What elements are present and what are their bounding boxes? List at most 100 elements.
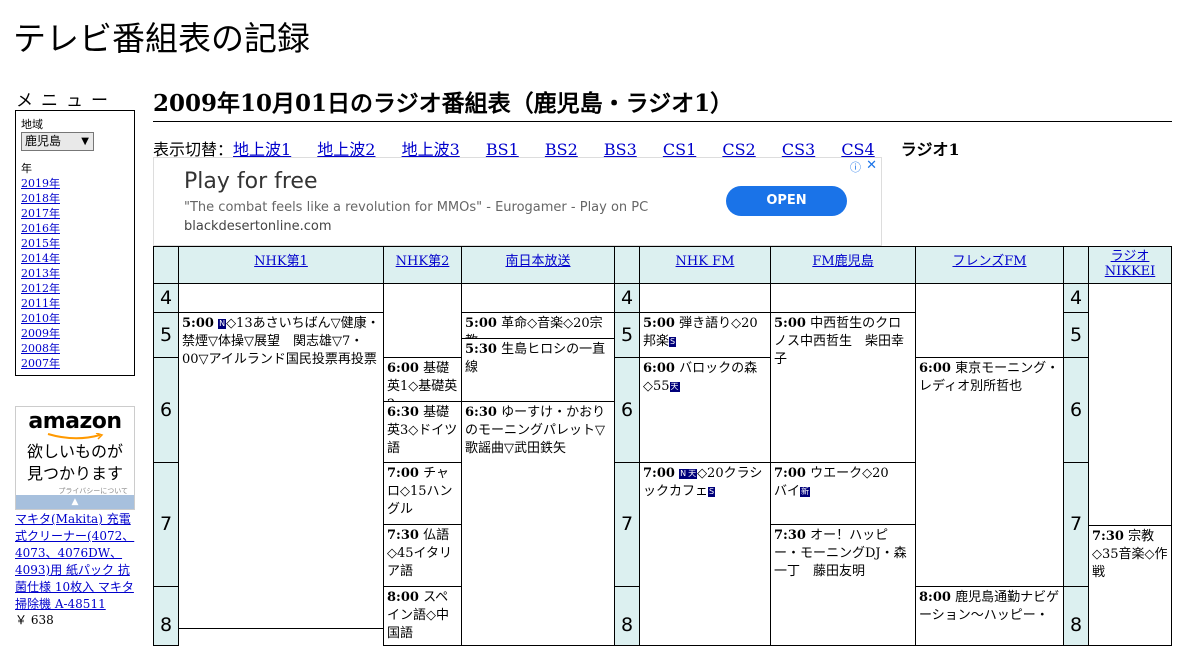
hour-label: 4 [614, 283, 640, 313]
year-link-2014[interactable]: 2014年 [21, 250, 60, 266]
program-time: 7:30 [387, 528, 419, 543]
year-link-2011[interactable]: 2011年 [21, 295, 60, 311]
ad-title[interactable]: Play for free [184, 169, 318, 194]
channel-header-fmkagoshima[interactable]: FM鹿児島 [770, 246, 916, 284]
program-cell[interactable]: 8:00 スペイン語◇中国語 [383, 586, 462, 646]
program-cell[interactable]: 5:00 中西哲生のクロノス中西哲生 柴田幸子 [770, 312, 916, 463]
program-cell[interactable]: 5:00 弾き語り◇20邦楽S [639, 312, 771, 358]
chevron-down-icon: ▼ [81, 136, 89, 147]
program-time: 5:00 [465, 316, 497, 331]
program-cell[interactable]: 6:30 ゆーすけ・かおりのモーニングパレット▽歌謡曲▽武田鉄矢 [461, 401, 615, 646]
hour-label: 4 [153, 283, 179, 313]
program-time: 7:00 [387, 466, 419, 481]
hour-header-left [153, 246, 179, 284]
hour-label: 8 [153, 586, 179, 646]
news-mark-icon: N [679, 469, 688, 479]
channel-link-nikkei[interactable]: ラジオNIKKEI [1105, 249, 1156, 279]
channel-link-nhk2[interactable]: NHK第2 [396, 254, 450, 269]
channel-header-nikkei[interactable]: ラジオNIKKEI [1088, 246, 1172, 284]
hour-label: 6 [1063, 357, 1089, 463]
channel-link-fmkagoshima[interactable]: FM鹿児島 [812, 254, 873, 269]
program-cell[interactable]: 7:00 N 天◇20クラシックカフェS [639, 462, 771, 646]
program-time: 7:30 [774, 528, 806, 543]
hour-label: 4 [1063, 283, 1089, 313]
program-time: 6:30 [387, 405, 419, 420]
ad-open-button[interactable]: OPEN [726, 186, 847, 216]
channel-link-friendsfm[interactable]: フレンズFM [952, 254, 1026, 269]
year-link-2016[interactable]: 2016年 [21, 220, 60, 236]
year-link-2015[interactable]: 2015年 [21, 235, 60, 251]
ad-subtitle: "The combat feels like a revolution for … [184, 200, 649, 215]
program-cell[interactable]: 6:30 基礎英3◇ドイツ語 [383, 401, 462, 463]
region-label: 地域 [21, 118, 43, 131]
program-cell[interactable]: 7:00 ウエーク◇20 バイ新 [770, 462, 916, 525]
program-time: 7:00 [643, 466, 675, 481]
program-cell-empty [639, 283, 771, 313]
amazon-smile-icon [47, 433, 104, 440]
amazon-logo: amazon [28, 409, 122, 434]
ad-info-icon[interactable]: ⓘ [850, 159, 861, 175]
ad-url: blackdesertonline.com [184, 219, 332, 234]
region-value: 鹿児島 [25, 134, 62, 148]
channel-header-nhk2[interactable]: NHK第2 [383, 246, 462, 284]
program-cell-empty [383, 283, 462, 358]
channel-header-nhkfm[interactable]: NHK FM [639, 246, 771, 284]
ad-close-icon[interactable]: ✕ [866, 158, 877, 173]
program-cell-empty [915, 283, 1064, 358]
program-time: 7:00 [774, 466, 806, 481]
amazon-scroll-bar[interactable]: ▲ [16, 495, 134, 509]
year-link-2010[interactable]: 2010年 [21, 310, 60, 326]
year-link-2018[interactable]: 2018年 [21, 190, 60, 206]
program-cell[interactable]: 7:00 チャロ◇15ハングル [383, 462, 462, 525]
channel-link-nhkfm[interactable]: NHK FM [676, 254, 735, 269]
program-cell[interactable]: 8:00 鹿児島通勤ナビゲーション～ハッピー・ [915, 586, 1064, 646]
year-link-2013[interactable]: 2013年 [21, 265, 60, 281]
hour-header-right [1063, 246, 1089, 284]
channel-link-nhk1[interactable]: NHK第1 [254, 254, 308, 269]
program-cell[interactable]: 7:30 オー！ハッピー・モーニングDJ・森一丁 藤田友明 [770, 524, 916, 646]
hour-label: 5 [614, 312, 640, 358]
program-cell[interactable]: 7:30 仏語◇45イタリア語 [383, 524, 462, 587]
program-time: 8:00 [919, 590, 951, 605]
program-cell[interactable]: 6:00 基礎英1◇基礎英2 [383, 357, 462, 402]
program-time: 5:00 [774, 316, 806, 331]
region-select[interactable]: 鹿児島 ▼ [21, 132, 94, 151]
stereo-mark-icon: S [669, 337, 677, 347]
program-cell[interactable]: 5:00 N◇13あさいちばん▽健康・禁煙▽体操▽展望 関志雄▽7・00▽アイル… [178, 312, 384, 629]
amazon-tagline-1: 欲しいものが [26, 442, 123, 461]
program-time: 5:30 [465, 342, 497, 357]
program-cell[interactable]: 5:30 生島ヒロシの一直線 [461, 338, 615, 402]
year-link-2019[interactable]: 2019年 [21, 175, 60, 191]
channel-header-nhk1[interactable]: NHK第1 [178, 246, 384, 284]
ten-mark-icon: 天 [669, 382, 680, 392]
site-title: テレビ番組表の記録 [13, 19, 310, 58]
program-cell[interactable]: 7:30 宗教◇35音楽◇作戦 [1088, 525, 1172, 646]
program-time: 7:30 [1092, 529, 1124, 544]
channel-link-mbc[interactable]: 南日本放送 [505, 254, 570, 269]
channel-header-friendsfm[interactable]: フレンズFM [915, 246, 1064, 284]
hour-label: 6 [153, 357, 179, 463]
product-link[interactable]: マキタ(Makita) 充電式クリーナー(4072、4073、4076DW、40… [15, 511, 139, 613]
ten-mark-icon: 天 [687, 469, 698, 479]
hour-label: 5 [1063, 312, 1089, 358]
year-link-2017[interactable]: 2017年 [21, 205, 60, 221]
amazon-ad[interactable]: amazon 欲しいものが 見つかります プライバシーについて ▲ [15, 406, 135, 510]
program-cell-empty [178, 283, 384, 313]
year-link-2012[interactable]: 2012年 [21, 280, 60, 296]
program-cell[interactable]: 6:00 バロックの森◇55天 [639, 357, 771, 463]
display-ad[interactable]: Play for free "The combat feels like a r… [153, 157, 882, 246]
hour-label: 6 [614, 357, 640, 463]
menu-box: 地域 鹿児島 ▼ 年 2019年 2018年 2017年 2016年 2015年… [15, 110, 135, 376]
program-time: 6:00 [643, 361, 675, 376]
channel-header-mbc[interactable]: 南日本放送 [461, 246, 615, 284]
hour-label: 7 [153, 462, 179, 587]
program-cell[interactable]: 5:00 革命◇音楽◇20宗教 [461, 312, 615, 339]
program-time: 6:00 [919, 361, 951, 376]
year-link-2007[interactable]: 2007年 [21, 355, 60, 371]
year-link-2009[interactable]: 2009年 [21, 325, 60, 341]
program-cell[interactable]: 6:00 東京モーニング・レディオ別所哲也 [915, 357, 1064, 587]
year-link-2008[interactable]: 2008年 [21, 340, 60, 356]
hour-label: 7 [614, 462, 640, 587]
new-mark-icon: 新 [800, 487, 811, 497]
hour-header-mid [614, 246, 640, 284]
